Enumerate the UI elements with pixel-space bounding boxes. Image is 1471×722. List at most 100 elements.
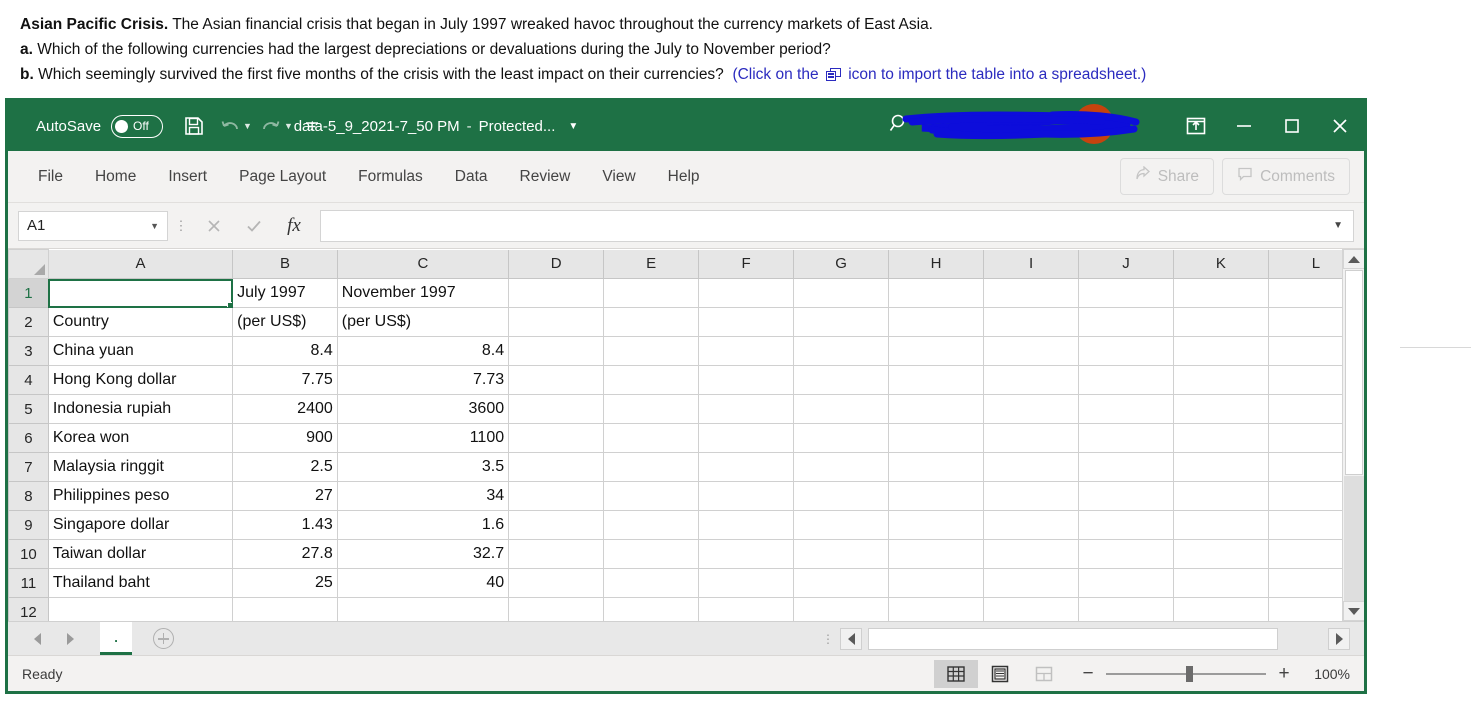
tab-home[interactable]: Home: [79, 161, 152, 193]
add-sheet-button[interactable]: [132, 622, 194, 655]
cell-D9[interactable]: [508, 510, 605, 540]
cell-I1[interactable]: [983, 278, 1079, 308]
undo-icon[interactable]: [213, 109, 247, 143]
cell-B11[interactable]: 25: [232, 568, 338, 598]
row-header-4[interactable]: 4: [8, 365, 49, 395]
cell-F2[interactable]: [698, 307, 795, 337]
cell-J12[interactable]: [1077, 597, 1174, 621]
cell-G4[interactable]: [793, 365, 890, 395]
row-header-12[interactable]: 12: [8, 597, 49, 621]
row-header-7[interactable]: 7: [8, 452, 49, 482]
cell-A1[interactable]: [47, 278, 234, 308]
cell-H9[interactable]: [888, 510, 985, 540]
cell-E11[interactable]: [603, 568, 700, 598]
cell-I3[interactable]: [983, 336, 1079, 366]
cell-I10[interactable]: [983, 539, 1079, 569]
scroll-up-button[interactable]: [1342, 249, 1364, 269]
cell-J9[interactable]: [1077, 510, 1174, 540]
cell-B9[interactable]: 1.43: [232, 510, 338, 540]
cell-K6[interactable]: [1172, 423, 1269, 453]
cell-G1[interactable]: [793, 278, 890, 308]
cell-J6[interactable]: [1077, 423, 1174, 453]
cell-G10[interactable]: [793, 539, 890, 569]
undo-dropdown-icon[interactable]: ▼: [243, 121, 252, 131]
save-icon[interactable]: [177, 109, 211, 143]
cell-H1[interactable]: [888, 278, 985, 308]
cell-H5[interactable]: [888, 394, 985, 424]
cell-K5[interactable]: [1172, 394, 1269, 424]
cell-K9[interactable]: [1172, 510, 1269, 540]
close-icon[interactable]: [1316, 101, 1364, 151]
cell-A10[interactable]: Taiwan dollar: [47, 539, 234, 569]
tab-file[interactable]: File: [22, 161, 79, 193]
ribbon-display-options-icon[interactable]: [1172, 101, 1220, 151]
tab-data[interactable]: Data: [439, 161, 504, 193]
cell-K1[interactable]: [1172, 278, 1269, 308]
zoom-out-button[interactable]: −: [1080, 663, 1096, 685]
cell-A4[interactable]: Hong Kong dollar: [47, 365, 234, 395]
spreadsheet-import-icon[interactable]: [825, 68, 841, 81]
cell-A2[interactable]: Country: [47, 307, 234, 337]
column-header-a[interactable]: A: [47, 249, 234, 279]
cell-E5[interactable]: [603, 394, 700, 424]
vertical-scrollbar[interactable]: [1342, 249, 1364, 621]
cell-C3[interactable]: 8.4: [336, 336, 510, 366]
name-box[interactable]: A1 ▼: [18, 210, 168, 241]
cell-D10[interactable]: [508, 539, 605, 569]
search-box[interactable]: CE: [872, 101, 1172, 151]
redo-dropdown-icon[interactable]: ▼: [284, 121, 293, 131]
confirm-icon[interactable]: [234, 210, 274, 242]
minimize-icon[interactable]: [1220, 101, 1268, 151]
normal-view-icon[interactable]: [934, 659, 978, 688]
cell-G12[interactable]: [793, 597, 890, 621]
cell-I11[interactable]: [983, 568, 1079, 598]
column-header-f[interactable]: F: [698, 249, 795, 279]
cell-D1[interactable]: [508, 278, 605, 308]
autosave-toggle[interactable]: AutoSave Off: [36, 114, 164, 138]
cell-H10[interactable]: [888, 539, 985, 569]
cell-B10[interactable]: 27.8: [232, 539, 338, 569]
cell-F8[interactable]: [698, 481, 795, 511]
cell-E8[interactable]: [603, 481, 700, 511]
zoom-slider-thumb[interactable]: [1186, 665, 1193, 682]
column-header-b[interactable]: B: [232, 249, 338, 279]
cell-A5[interactable]: Indonesia rupiah: [47, 394, 234, 424]
page-break-preview-icon[interactable]: [1022, 660, 1066, 688]
cell-E9[interactable]: [603, 510, 700, 540]
cell-A9[interactable]: Singapore dollar: [47, 510, 234, 540]
cell-J1[interactable]: [1077, 278, 1174, 308]
cell-H11[interactable]: [888, 568, 985, 598]
row-header-1[interactable]: 1: [8, 278, 49, 308]
insert-function-icon[interactable]: fx: [274, 210, 314, 242]
cell-I4[interactable]: [983, 365, 1079, 395]
cell-C2[interactable]: (per US$): [336, 307, 510, 337]
scroll-right-button[interactable]: [1328, 627, 1350, 650]
scroll-left-button[interactable]: [840, 627, 862, 650]
tab-view[interactable]: View: [586, 161, 651, 193]
cell-K10[interactable]: [1172, 539, 1269, 569]
cell-A12[interactable]: [47, 597, 234, 621]
cell-C4[interactable]: 7.73: [336, 365, 510, 395]
cell-I6[interactable]: [983, 423, 1079, 453]
redo-icon[interactable]: [254, 109, 288, 143]
sheet-tab[interactable]: .: [100, 622, 132, 655]
column-header-d[interactable]: D: [508, 249, 605, 279]
column-header-j[interactable]: J: [1077, 249, 1174, 279]
cell-F1[interactable]: [698, 278, 795, 308]
cell-B7[interactable]: 2.5: [232, 452, 338, 482]
zoom-slider[interactable]: [1106, 665, 1266, 682]
user-avatar[interactable]: CE: [1074, 104, 1114, 144]
cell-B12[interactable]: [232, 597, 338, 621]
cell-B5[interactable]: 2400: [232, 394, 338, 424]
row-header-11[interactable]: 11: [8, 568, 49, 598]
zoom-in-button[interactable]: +: [1276, 663, 1292, 685]
cell-G8[interactable]: [793, 481, 890, 511]
cell-I8[interactable]: [983, 481, 1079, 511]
row-header-3[interactable]: 3: [8, 336, 49, 366]
cell-I7[interactable]: [983, 452, 1079, 482]
cell-C8[interactable]: 34: [336, 481, 510, 511]
cell-G11[interactable]: [793, 568, 890, 598]
cell-F3[interactable]: [698, 336, 795, 366]
next-sheet-icon[interactable]: [67, 632, 74, 645]
title-dropdown-icon[interactable]: ▼: [568, 121, 578, 132]
